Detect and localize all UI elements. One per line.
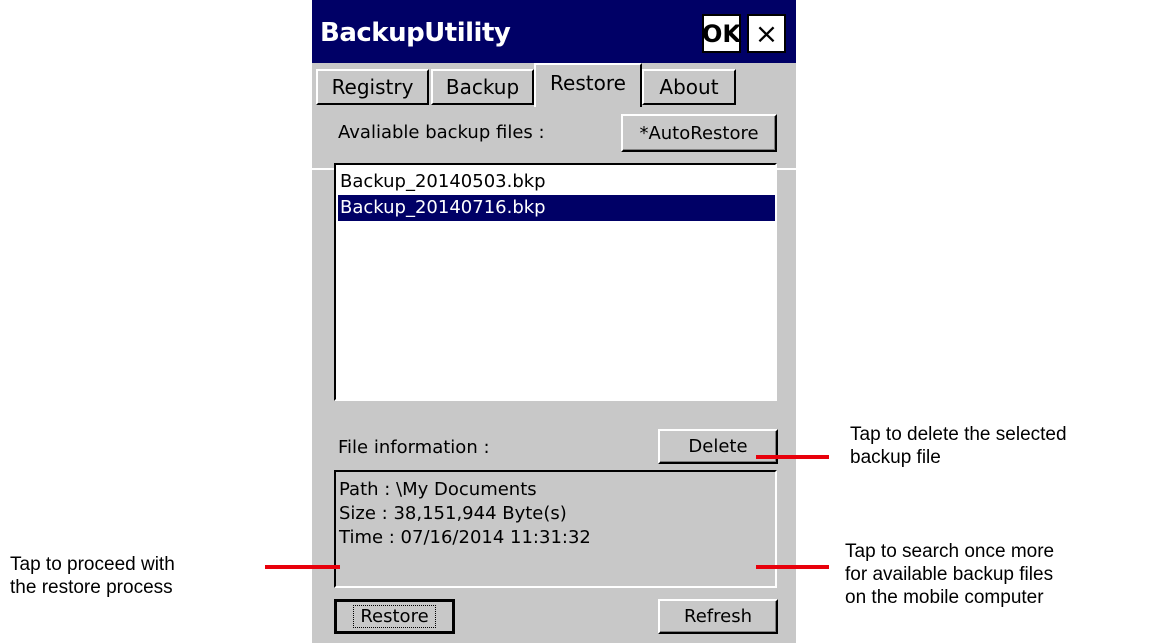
- file-info-box: Path : \My Documents Size : 38,151,944 B…: [334, 470, 777, 588]
- refresh-annotation: Tap to search once more for available ba…: [845, 540, 1054, 609]
- file-information-label: File information :: [338, 437, 490, 458]
- tab-registry[interactable]: Registry: [316, 69, 429, 105]
- refresh-annotation-line-3: on the mobile computer: [845, 587, 1044, 608]
- file-path: Path : \My Documents: [339, 479, 537, 500]
- restore-callout-line: [265, 565, 340, 569]
- refresh-button[interactable]: Refresh: [658, 599, 778, 634]
- autorestore-button[interactable]: *AutoRestore: [621, 114, 777, 152]
- list-item-selected[interactable]: Backup_20140716.bkp: [338, 195, 775, 221]
- tab-restore[interactable]: Restore: [534, 63, 642, 107]
- file-size: Size : 38,151,944 Byte(s): [339, 503, 567, 524]
- refresh-callout-line: [756, 565, 829, 569]
- delete-annotation-line-2: backup file: [850, 447, 941, 468]
- restore-annotation-line-1: Tap to proceed with: [10, 554, 175, 575]
- delete-annotation: Tap to delete the selected backup file: [850, 423, 1067, 469]
- tab-about[interactable]: About: [642, 69, 736, 105]
- delete-callout-line: [756, 455, 829, 459]
- refresh-annotation-line-2: for available backup files: [845, 564, 1054, 585]
- list-item[interactable]: Backup_20140503.bkp: [338, 169, 775, 195]
- close-button[interactable]: ×: [747, 14, 786, 53]
- ok-button[interactable]: OK: [702, 14, 741, 53]
- restore-annotation: Tap to proceed with the restore process: [10, 553, 175, 599]
- tab-backup[interactable]: Backup: [431, 69, 534, 105]
- restore-annotation-line-2: the restore process: [10, 577, 173, 598]
- restore-button[interactable]: Restore: [334, 599, 455, 634]
- file-time: Time : 07/16/2014 11:31:32: [339, 527, 591, 548]
- device-screen: BackupUtility OK × Registry Backup About…: [312, 0, 796, 643]
- title-bar: BackupUtility OK ×: [312, 0, 796, 63]
- restore-button-label: Restore: [353, 605, 436, 628]
- window-title: BackupUtility: [320, 18, 511, 48]
- backup-file-list[interactable]: Backup_20140503.bkp Backup_20140716.bkp: [334, 163, 777, 401]
- tab-strip: Registry Backup About Restore: [312, 63, 796, 170]
- delete-annotation-line-1: Tap to delete the selected: [850, 424, 1067, 445]
- refresh-annotation-line-1: Tap to search once more: [845, 541, 1055, 562]
- available-files-label: Avaliable backup files :: [338, 122, 545, 143]
